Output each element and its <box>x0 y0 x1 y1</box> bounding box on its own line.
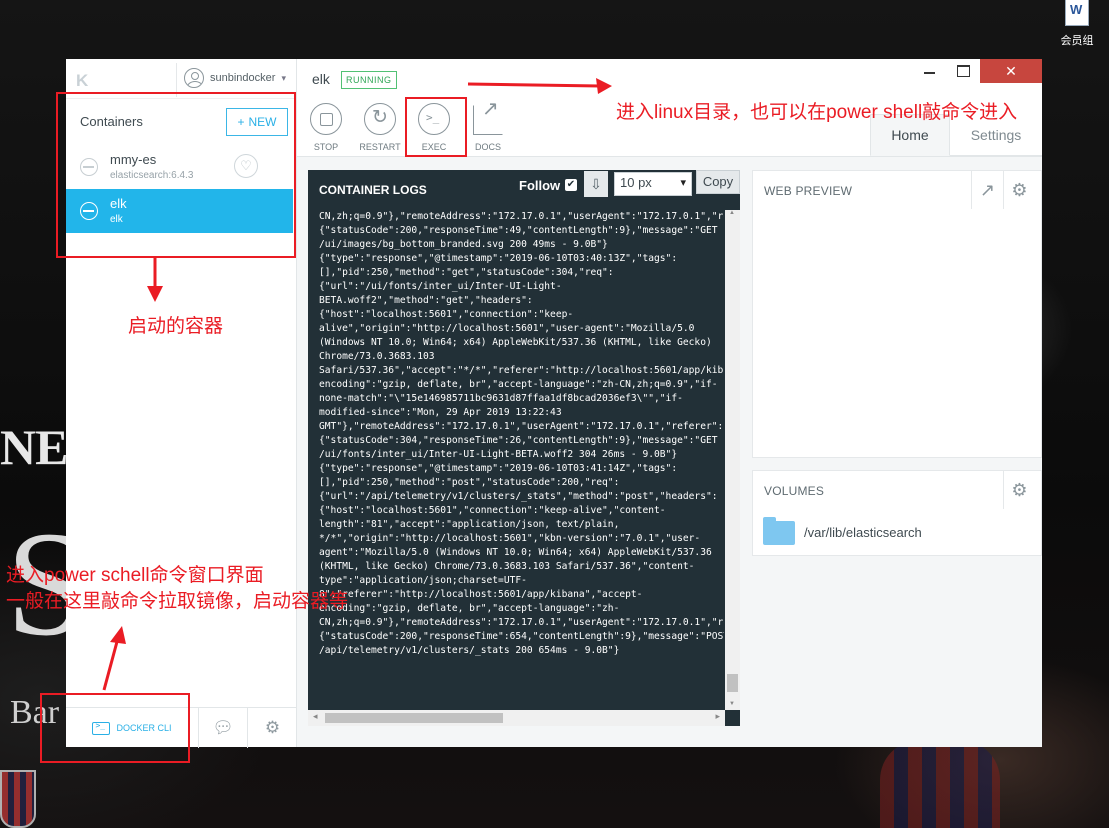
web-preview-title: WEB PREVIEW <box>764 184 853 198</box>
home-content: CONTAINER LOGS Follow ✔ ⇩ 10 px Copy CN,… <box>297 156 1042 747</box>
volumes-title: VOLUMES <box>764 484 825 498</box>
web-preview-panel: WEB PREVIEW ↗ ⚙ <box>752 170 1042 458</box>
download-logs-button[interactable]: ⇩ <box>584 171 608 197</box>
container-logs-panel: CONTAINER LOGS Follow ✔ ⇩ 10 px Copy CN,… <box>308 170 740 726</box>
folder-icon <box>763 517 795 545</box>
feedback-chat-button[interactable]: 💬︎ <box>199 708 248 748</box>
font-size-select[interactable]: 10 px <box>614 172 692 196</box>
annotation-exec-note: 进入linux目录，也可以在power shell敲命令进入 <box>616 102 1018 123</box>
annotation-arrow-docker-cli <box>102 626 126 691</box>
vertical-scrollbar[interactable] <box>725 210 740 710</box>
gear-icon: ⚙ <box>264 718 281 737</box>
desktop-shortcut[interactable]: 会员组 <box>1052 0 1102 50</box>
copy-logs-button[interactable]: Copy <box>696 170 740 194</box>
user-avatar-icon <box>184 68 204 88</box>
volume-path[interactable]: /var/lib/elasticsearch <box>804 525 922 540</box>
wallpaper-crest <box>0 770 36 828</box>
gear-icon[interactable]: ⚙ <box>1003 471 1035 509</box>
docs-label: DOCS <box>474 142 501 152</box>
annotation-cli-note-line1: 进入power schell命令窗口界面 <box>6 565 264 586</box>
stop-button[interactable]: STOP <box>300 103 352 152</box>
chat-bubble-icon: 💬︎ <box>212 718 234 737</box>
external-link-icon <box>473 96 503 135</box>
close-button[interactable]: ✕ <box>980 59 1042 83</box>
follow-label: Follow <box>519 178 561 193</box>
follow-checkbox[interactable]: ✔ <box>565 179 577 191</box>
container-title: elk <box>312 71 330 87</box>
volumes-panel: VOLUMES ⚙ /var/lib/elasticsearch <box>752 470 1042 556</box>
stop-label: STOP <box>313 142 339 152</box>
gear-icon[interactable]: ⚙ <box>1003 171 1035 209</box>
restart-label: RESTART <box>359 142 401 152</box>
window-controls: ✕ <box>912 59 1042 83</box>
download-icon: ⇩ <box>590 176 602 192</box>
chevron-down-icon: ▾ <box>281 72 286 83</box>
docs-button[interactable]: DOCS <box>462 96 514 152</box>
scrollbar-thumb[interactable] <box>325 713 503 723</box>
logs-header: CONTAINER LOGS Follow ✔ ⇩ 10 px Copy <box>308 170 740 210</box>
restart-icon <box>364 103 396 135</box>
maximize-button[interactable] <box>946 59 980 83</box>
annotation-box-containers <box>56 92 296 258</box>
wallpaper-crest-right <box>880 740 1000 828</box>
user-menu[interactable]: sunbindocker ▾ <box>184 68 286 88</box>
preferences-button[interactable]: ⚙ <box>248 708 297 748</box>
annotation-arrow-containers <box>147 258 163 302</box>
restart-button[interactable]: RESTART <box>354 103 406 152</box>
scrollbar-thumb[interactable] <box>727 674 738 692</box>
status-badge: RUNNING <box>341 71 397 89</box>
logs-title: CONTAINER LOGS <box>319 183 427 197</box>
username: sunbindocker <box>210 72 276 84</box>
annotation-arrow-exec <box>467 78 612 94</box>
horizontal-scrollbar[interactable] <box>308 710 725 726</box>
word-document-icon <box>1065 0 1089 26</box>
stop-icon <box>310 103 342 135</box>
main-panel: elk RUNNING STOP RESTART EXEC DOCS ✕ Hom… <box>297 59 1042 747</box>
minimize-button[interactable] <box>912 59 946 83</box>
annotation-cli-note-line2: 一般在这里敲命令拉取镜像，启动容器等 <box>6 591 349 612</box>
annotation-containers-note: 启动的容器 <box>128 316 224 337</box>
logs-text: CN,zh;q=0.9"},"remoteAddress":"172.17.0.… <box>319 211 724 656</box>
annotation-box-docker-cli <box>40 693 190 763</box>
desktop-shortcut-label: 会员组 <box>1060 35 1094 47</box>
close-icon: ✕ <box>1005 62 1017 79</box>
kitematic-logo: K <box>76 71 88 90</box>
open-external-icon[interactable]: ↗ <box>971 171 1003 209</box>
annotation-box-exec <box>405 97 467 157</box>
